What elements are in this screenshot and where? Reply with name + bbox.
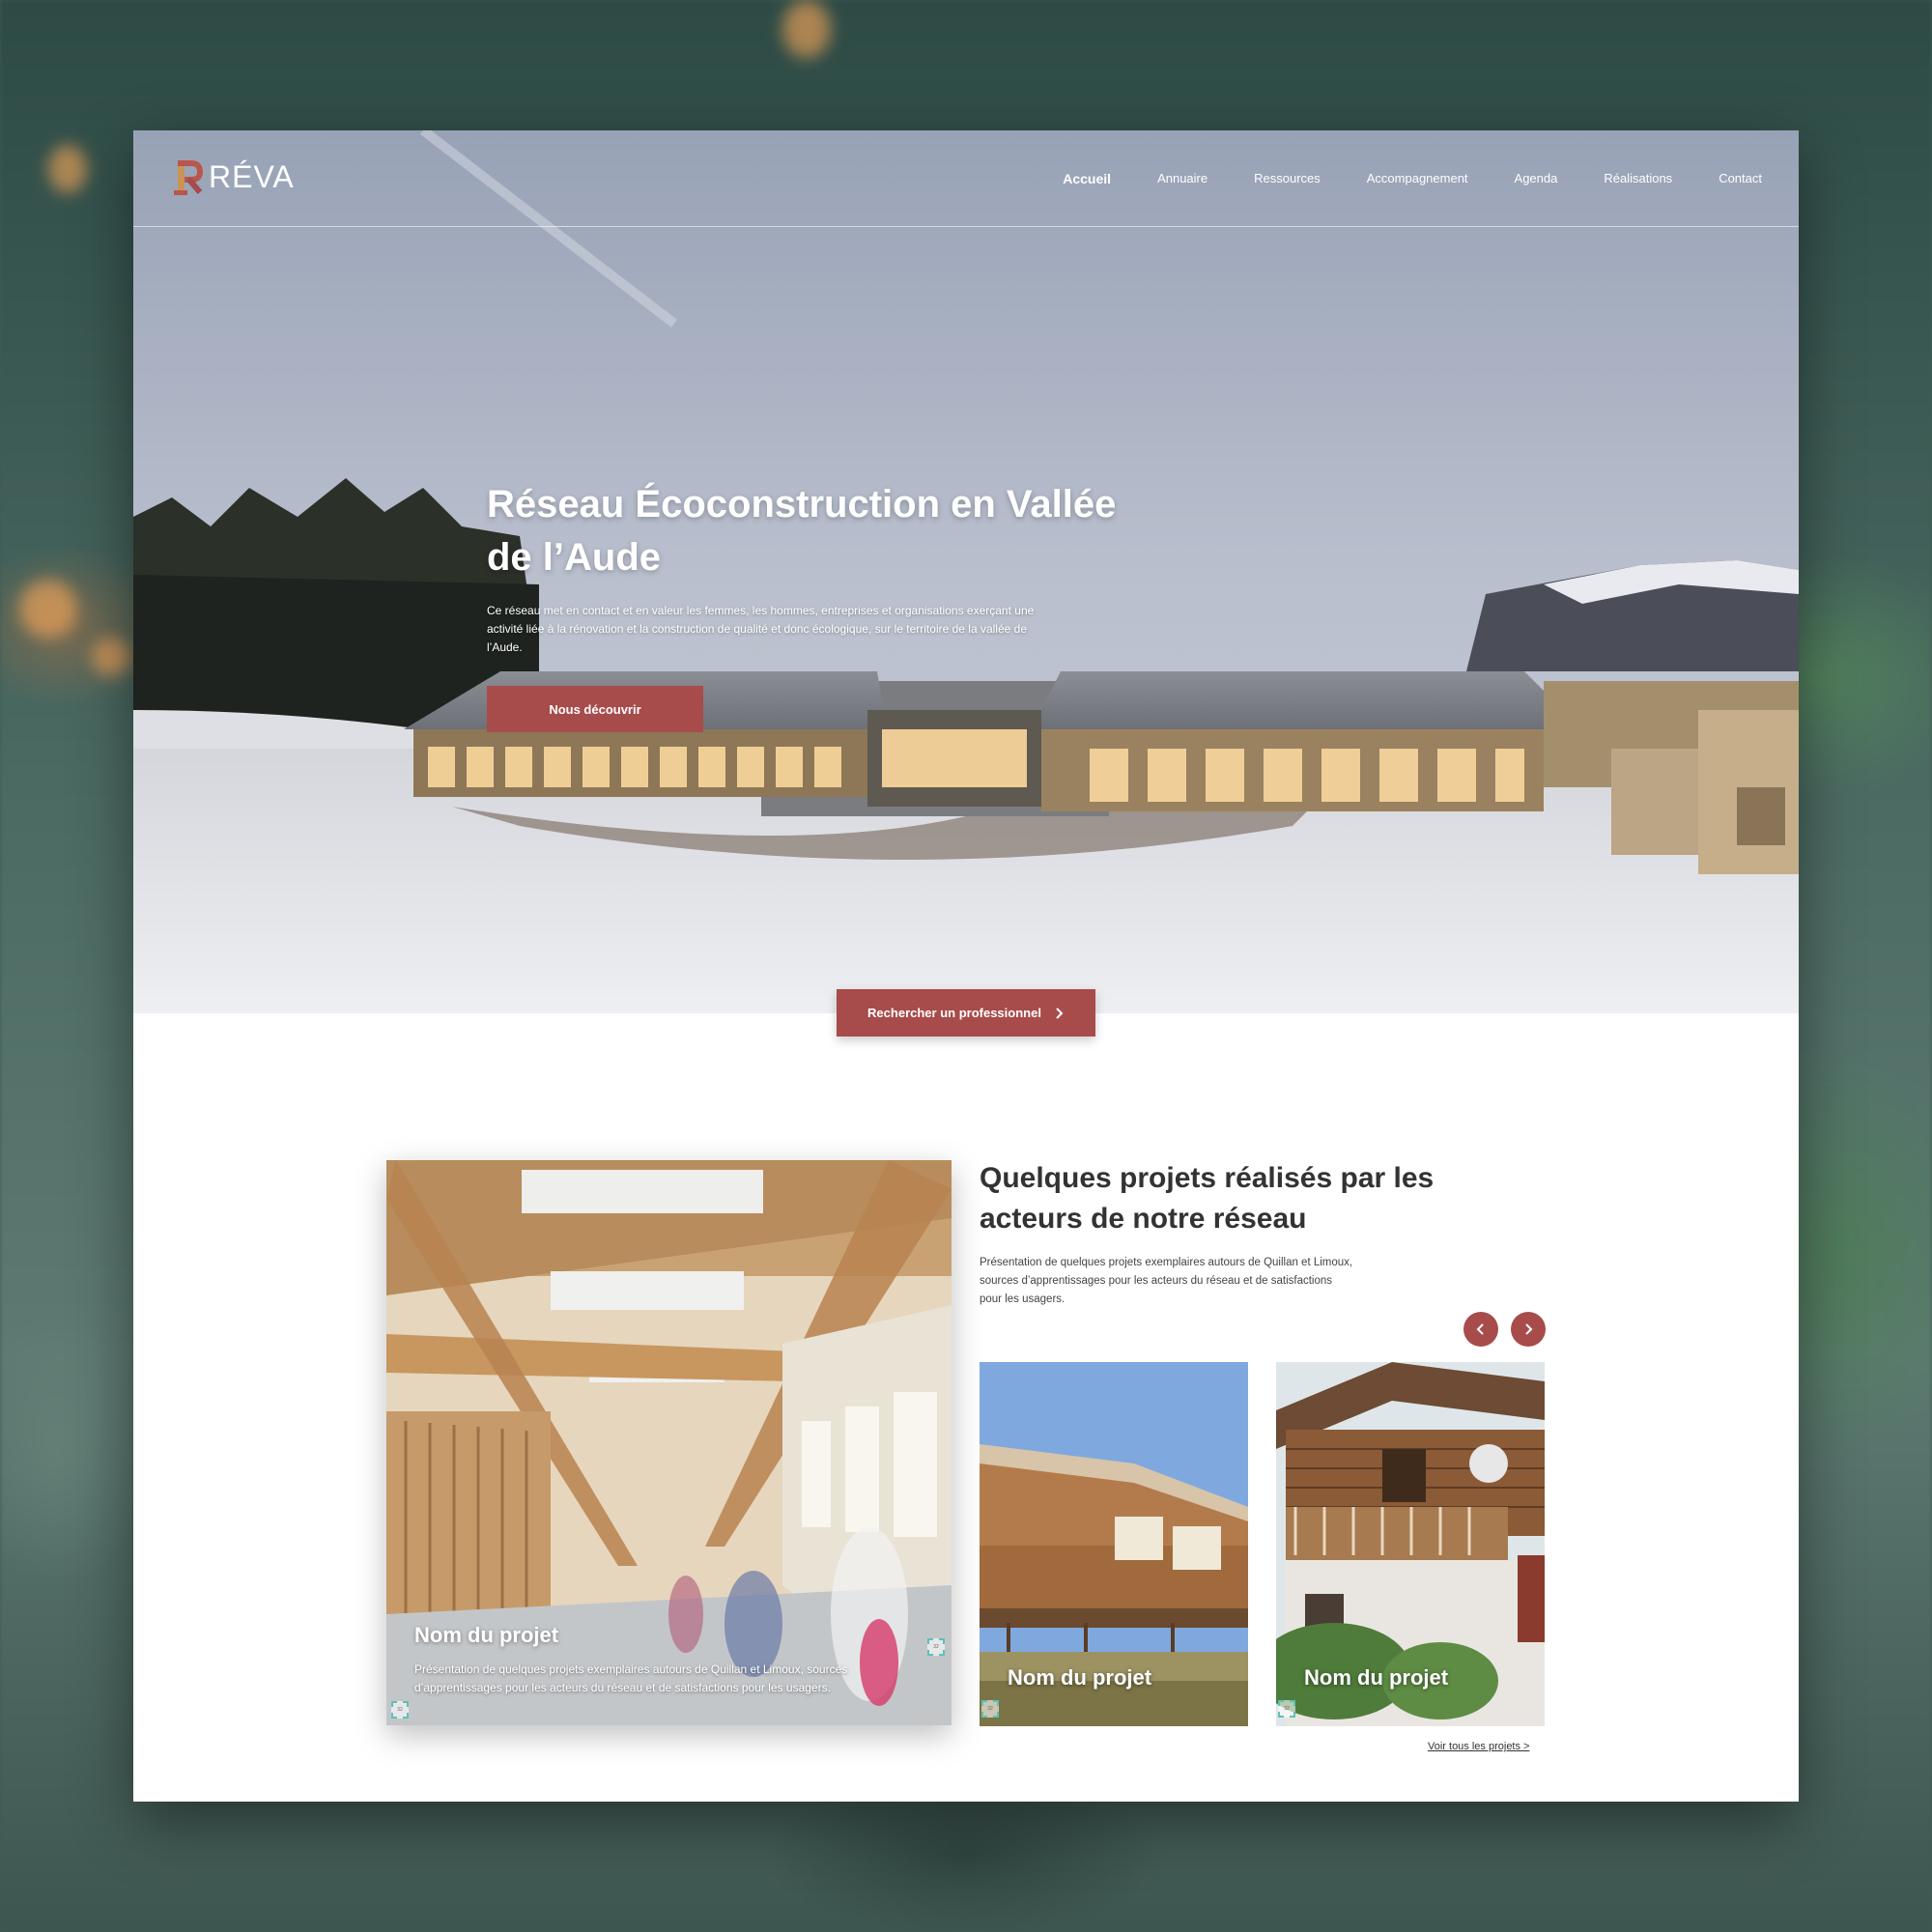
nav-item-realisations[interactable]: Réalisations: [1604, 171, 1672, 186]
search-professional-button[interactable]: Rechercher un professionnel: [837, 989, 1095, 1037]
project-card[interactable]: Nom du projet 32: [980, 1362, 1248, 1726]
layout-marker-icon: 32: [927, 1638, 945, 1656]
project-name: Nom du projet: [1008, 1665, 1152, 1690]
project-name: Nom du projet: [1304, 1665, 1449, 1690]
hero-description: Ce réseau met en contact et en valeur le…: [487, 604, 1035, 654]
featured-project-description: Présentation de quelques projets exempla…: [414, 1662, 848, 1694]
search-professional-label: Rechercher un professionnel: [867, 1006, 1041, 1020]
logo-text: RÉVA: [209, 158, 295, 194]
chevron-right-icon: [1056, 1007, 1064, 1019]
nav-item-ressources[interactable]: Ressources: [1254, 171, 1321, 186]
nav-item-contact[interactable]: Contact: [1719, 171, 1762, 186]
layout-marker-icon: 32: [981, 1700, 999, 1718]
projects-section-description: Présentation de quelques projets exempla…: [980, 1257, 1353, 1305]
chevron-left-icon: [1476, 1323, 1484, 1335]
site-logo[interactable]: RÉVA: [174, 157, 295, 196]
site-header: RÉVA Accueil Annuaire Ressources Accompa…: [133, 130, 1799, 227]
see-all-projects-link[interactable]: Voir tous les projets >: [1428, 1741, 1529, 1752]
projects-section-title: Quelques projets réalisés par les acteur…: [980, 1162, 1435, 1235]
featured-project-name: Nom du projet: [414, 1623, 559, 1647]
featured-project-card[interactable]: Nom du projet Présentation de quelques p…: [386, 1160, 952, 1725]
hero-section: RÉVA Accueil Annuaire Ressources Accompa…: [133, 130, 1799, 1013]
logo-r-icon: [174, 157, 205, 196]
website-page: RÉVA Accueil Annuaire Ressources Accompa…: [133, 130, 1799, 1802]
hero-title: Réseau Écoconstruction en Vallée de l’Au…: [487, 483, 1117, 579]
nav-item-accompagnement[interactable]: Accompagnement: [1367, 171, 1468, 186]
layout-marker-icon: 32: [1278, 1700, 1295, 1718]
nav-item-accueil[interactable]: Accueil: [1063, 171, 1111, 186]
carousel-prev-button[interactable]: [1463, 1312, 1498, 1347]
project-card[interactable]: Nom du projet 32: [1276, 1362, 1545, 1726]
main-navigation: Accueil Annuaire Ressources Accompagneme…: [1063, 171, 1762, 186]
carousel-next-button[interactable]: [1511, 1312, 1546, 1347]
chevron-right-icon: [1525, 1323, 1533, 1335]
layout-marker-icon: 32: [391, 1701, 409, 1719]
nav-item-annuaire[interactable]: Annuaire: [1157, 171, 1208, 186]
nav-item-agenda[interactable]: Agenda: [1515, 171, 1558, 186]
discover-button[interactable]: Nous découvrir: [487, 686, 703, 732]
